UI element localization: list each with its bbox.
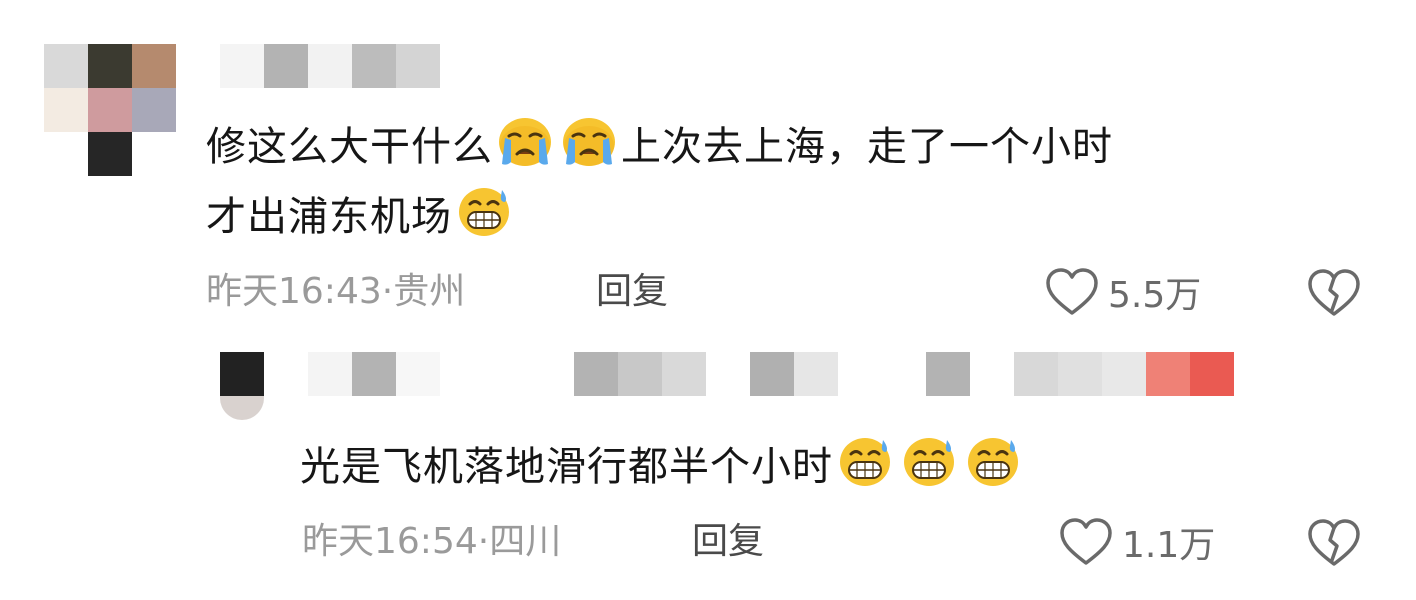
broken-heart-icon <box>1308 519 1360 566</box>
redaction-block <box>352 352 396 396</box>
redaction-block <box>750 352 794 396</box>
grinning-sweat-face-emoji <box>968 438 1018 486</box>
like-count: 1.1万 <box>1122 525 1216 566</box>
avatar-pixel <box>132 44 176 88</box>
reply-button[interactable]: 回复 <box>596 270 668 314</box>
redaction-block <box>396 352 440 396</box>
like-button[interactable]: 5.5万 <box>1044 268 1201 316</box>
comment-text-part: 修这么大干什么 <box>206 124 493 170</box>
like-button[interactable]: 1.1万 <box>1058 518 1215 566</box>
grinning-sweat-face-emoji <box>840 438 890 486</box>
reply-button[interactable]: 回复 <box>692 520 764 564</box>
redaction-block <box>1190 352 1234 396</box>
comment-text-line2: 才出浦东机场 <box>206 186 516 245</box>
avatar-pixel <box>88 132 132 176</box>
redaction-block <box>926 352 970 396</box>
avatar-pixel <box>88 44 132 88</box>
redaction-block <box>396 44 440 88</box>
redaction-block <box>1102 352 1146 396</box>
comment-meta: 昨天16:43·贵州 <box>206 271 466 312</box>
avatar[interactable] <box>220 352 264 424</box>
redaction-block <box>308 44 352 88</box>
redaction-block <box>618 352 662 396</box>
redaction-block <box>308 352 352 396</box>
redaction-block <box>662 352 706 396</box>
avatar-pixel <box>220 396 264 420</box>
avatar-pixel <box>220 352 264 396</box>
comment-text: 修这么大干什么 上次去上海，走了一个小时 <box>206 116 1113 175</box>
grinning-sweat-face-emoji <box>459 188 509 236</box>
avatar-pixel <box>88 88 132 132</box>
username-redacted[interactable] <box>308 352 1240 396</box>
dislike-button[interactable] <box>1306 518 1362 572</box>
redaction-block <box>1014 352 1058 396</box>
broken-heart-icon <box>1308 269 1360 316</box>
redaction-block <box>574 352 618 396</box>
like-count: 5.5万 <box>1108 275 1202 316</box>
heart-outline-icon <box>1060 518 1112 565</box>
redaction-block <box>220 44 264 88</box>
redaction-block <box>1058 352 1102 396</box>
redaction-block <box>794 352 838 396</box>
loudly-crying-face-emoji <box>499 118 551 166</box>
avatar-pixel <box>44 44 88 88</box>
comment-meta: 昨天16:54·四川 <box>302 521 562 562</box>
heart-outline-icon <box>1046 268 1098 315</box>
username-redacted[interactable] <box>220 44 444 88</box>
dislike-button[interactable] <box>1306 268 1362 322</box>
redaction-block <box>352 44 396 88</box>
redaction-block <box>1146 352 1190 396</box>
comment-text-part: 光是飞机落地滑行都半个小时 <box>300 444 833 490</box>
avatar[interactable] <box>44 44 176 176</box>
loudly-crying-face-emoji <box>563 118 615 166</box>
redaction-block <box>264 44 308 88</box>
comment-text: 光是飞机落地滑行都半个小时 <box>300 436 1025 495</box>
avatar-pixel <box>132 88 176 132</box>
comment-text-part: 上次去上海，走了一个小时 <box>621 124 1113 170</box>
comment-text-part: 才出浦东机场 <box>206 194 452 240</box>
grinning-sweat-face-emoji <box>904 438 954 486</box>
avatar-pixel <box>44 88 88 132</box>
